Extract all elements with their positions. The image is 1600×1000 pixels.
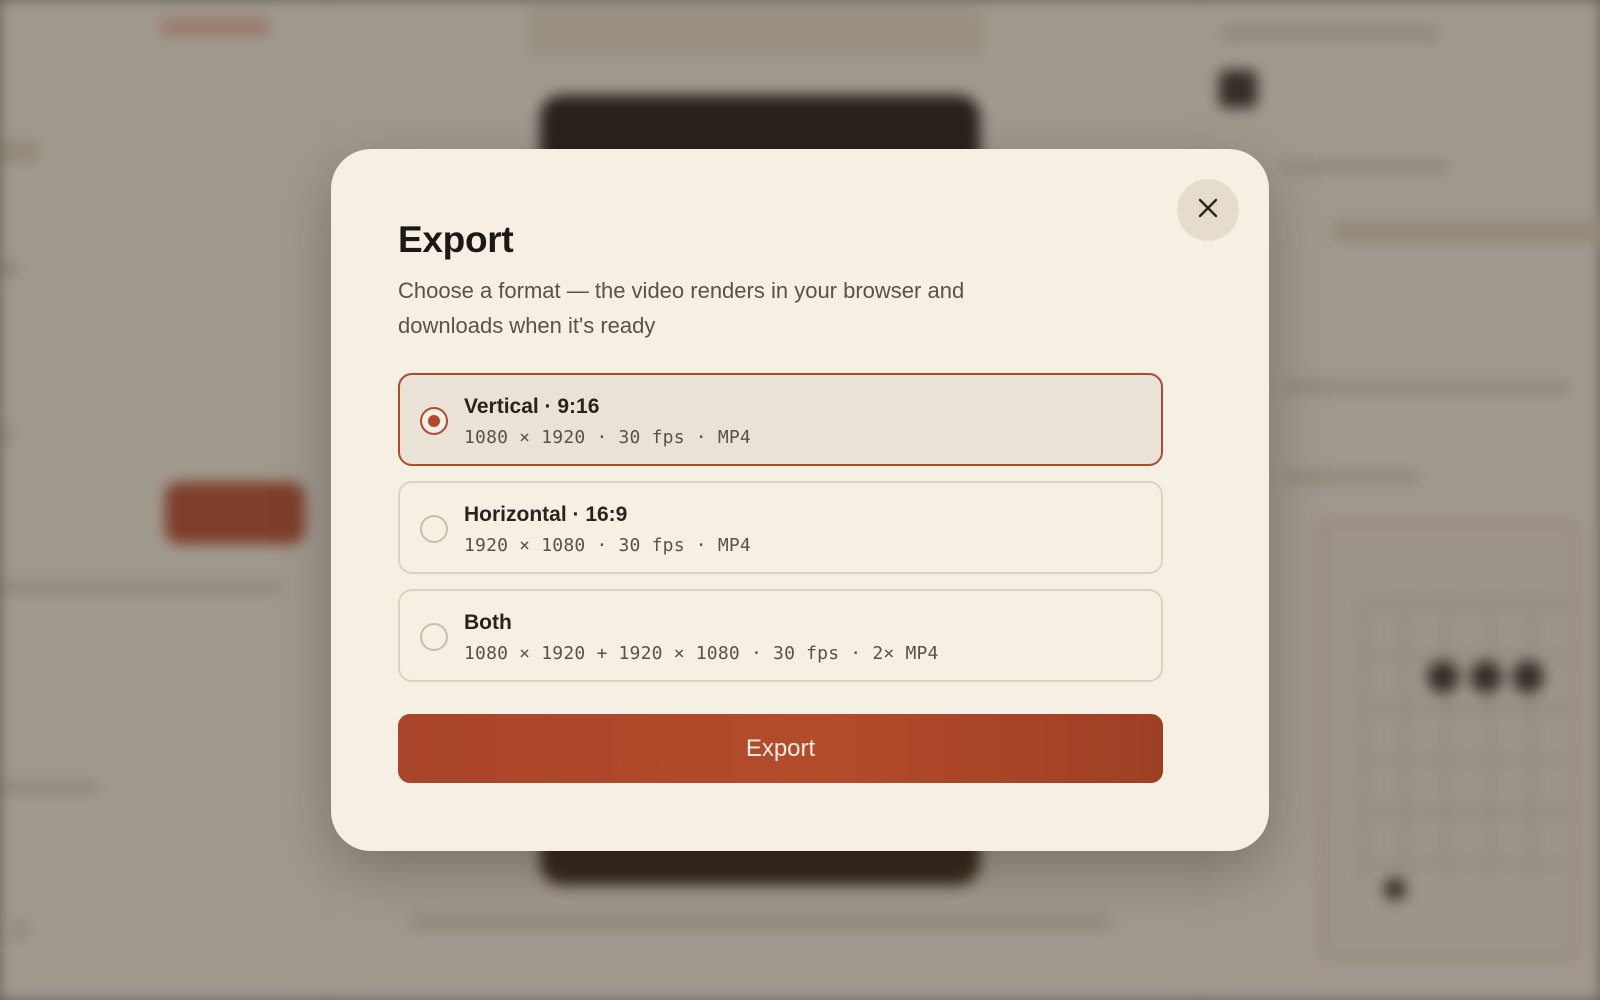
close-icon xyxy=(1197,197,1219,224)
close-button[interactable] xyxy=(1177,179,1239,241)
radio-button[interactable] xyxy=(420,623,448,651)
dialog-title: Export xyxy=(398,219,514,260)
format-options: Vertical · 9:16 1080 × 1920 · 30 fps · M… xyxy=(398,373,1163,697)
export-dialog: Export Choose a format — the video rende… xyxy=(331,149,1269,851)
format-option-label: Horizontal · 16:9 xyxy=(464,503,628,526)
dialog-description: Choose a format — the video renders in y… xyxy=(398,278,965,338)
format-option-spec: 1080 × 1920 · 30 fps · MP4 xyxy=(464,427,751,448)
radio-dot xyxy=(428,415,440,427)
format-option-label: Both xyxy=(464,611,512,634)
export-button[interactable]: Export xyxy=(398,714,1163,783)
format-option-label: Vertical · 9:16 xyxy=(464,395,600,418)
format-option-spec: 1920 × 1080 · 30 fps · MP4 xyxy=(464,535,751,556)
format-option-vertical[interactable]: Vertical · 9:16 1080 × 1920 · 30 fps · M… xyxy=(398,373,1163,466)
radio-button[interactable] xyxy=(420,515,448,543)
format-option-both[interactable]: Both 1080 × 1920 + 1920 × 1080 · 30 fps … xyxy=(398,589,1163,682)
radio-button[interactable] xyxy=(420,407,448,435)
format-option-spec: 1080 × 1920 + 1920 × 1080 · 30 fps · 2× … xyxy=(464,643,939,664)
format-option-horizontal[interactable]: Horizontal · 16:9 1920 × 1080 · 30 fps ·… xyxy=(398,481,1163,574)
